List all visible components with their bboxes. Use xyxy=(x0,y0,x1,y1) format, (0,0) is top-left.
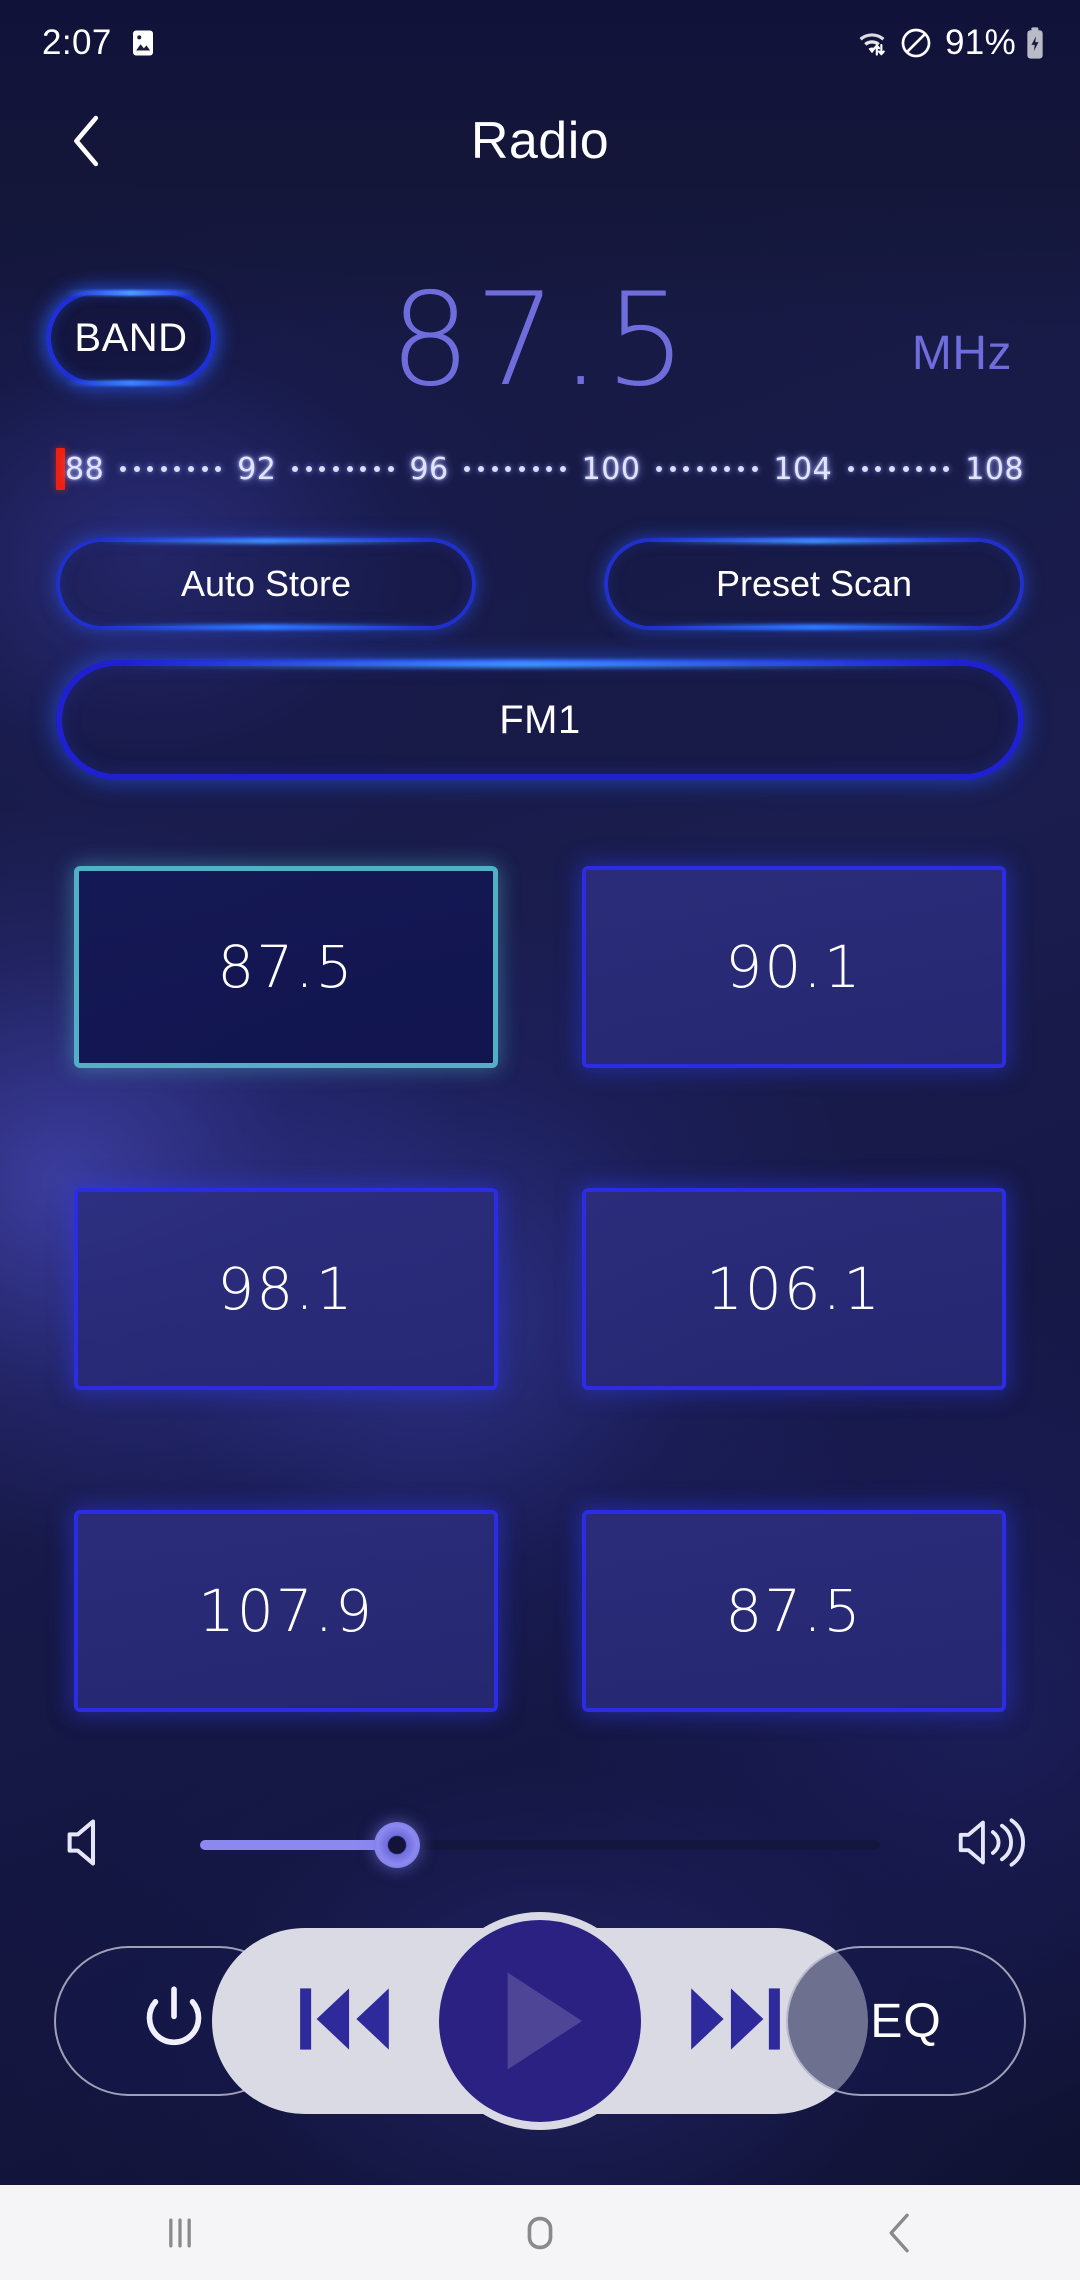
band-selector-button[interactable]: FM1 xyxy=(56,660,1024,780)
auto-store-button[interactable]: Auto Store xyxy=(56,538,476,630)
preset-button-1[interactable]: 87.5 xyxy=(74,866,498,1068)
status-bar-left: 2:07 xyxy=(42,23,158,63)
volume-slider[interactable] xyxy=(200,1822,880,1868)
frequency-scale[interactable]: 88 92 96 100 104 108 xyxy=(56,444,1024,494)
scale-tick-96: 96 xyxy=(409,451,449,487)
preset-label: 87.5 xyxy=(217,933,355,1001)
do-not-disturb-icon xyxy=(899,26,933,60)
back-nav-button[interactable] xyxy=(820,2185,980,2280)
status-bar-clock: 2:07 xyxy=(42,23,112,62)
eq-button-label: EQ xyxy=(870,1994,942,2048)
recents-button[interactable] xyxy=(100,2185,260,2280)
scale-dot-group xyxy=(104,454,237,484)
preset-button-2[interactable]: 90.1 xyxy=(582,866,1006,1068)
preset-scan-label: Preset Scan xyxy=(715,563,913,604)
home-button[interactable] xyxy=(460,2185,620,2280)
band-selector-label: FM1 xyxy=(499,697,581,742)
battery-percentage: 91% xyxy=(945,23,1016,62)
back-icon xyxy=(889,2213,909,2252)
tuner-row: BAND 87.5 MHz xyxy=(0,266,1080,415)
scale-tick-100: 100 xyxy=(581,451,641,487)
volume-thumb[interactable] xyxy=(374,1822,421,1868)
preset-label: 106.1 xyxy=(705,1255,883,1323)
volume-mute-icon[interactable] xyxy=(62,1812,124,1879)
preset-grid: 87.5 90.1 98.1 106.1 107.9 87.5 xyxy=(74,866,1006,1766)
scale-tick-88: 88 xyxy=(65,451,105,487)
play-icon xyxy=(507,1972,583,2070)
battery-charging-icon xyxy=(1024,26,1046,60)
preset-button-6[interactable]: 87.5 xyxy=(582,1510,1006,1712)
action-row: Auto Store Preset Scan xyxy=(0,538,1080,662)
next-track-icon xyxy=(691,1987,780,2050)
app-header: Radio xyxy=(0,86,1080,196)
preset-button-3[interactable]: 98.1 xyxy=(74,1188,498,1390)
scale-dot-group xyxy=(640,454,773,484)
image-icon xyxy=(128,28,158,58)
preset-label: 90.1 xyxy=(725,933,863,1001)
wifi-transfer-icon xyxy=(853,26,891,60)
scale-tick-104: 104 xyxy=(773,451,833,487)
auto-store-label: Auto Store xyxy=(180,563,352,604)
next-track-button[interactable] xyxy=(682,1975,786,2068)
preset-label: 87.5 xyxy=(725,1577,863,1645)
android-nav-bar xyxy=(0,2185,1080,2280)
status-bar: 2:07 91% xyxy=(0,0,1080,86)
preset-label: 98.1 xyxy=(217,1255,355,1323)
preset-button-4[interactable]: 106.1 xyxy=(582,1188,1006,1390)
volume-fill xyxy=(200,1840,398,1850)
volume-row xyxy=(0,1790,1080,1900)
volume-high-icon[interactable] xyxy=(958,1812,1026,1879)
transport-bar: EQ xyxy=(0,1900,1080,2150)
scale-dot-group xyxy=(832,454,965,484)
scale-tick-92: 92 xyxy=(237,451,277,487)
home-icon xyxy=(527,2216,553,2249)
scale-tick-108: 108 xyxy=(965,451,1025,487)
preset-scan-button[interactable]: Preset Scan xyxy=(604,538,1024,630)
chevron-left-icon xyxy=(74,115,99,167)
eq-button[interactable]: EQ xyxy=(786,1946,1026,2096)
previous-track-icon xyxy=(300,1987,389,2050)
recents-icon xyxy=(169,2218,191,2247)
power-icon xyxy=(146,1986,202,2046)
status-bar-right: 91% xyxy=(853,23,1046,63)
frequency-scale-marker xyxy=(56,448,65,490)
page-title: Radio xyxy=(470,112,610,170)
radio-app-screen: 2:07 91% Radio BAND 87.5 MHz 88 92 96 10… xyxy=(0,0,1080,2280)
frequency-unit-label: MHz xyxy=(911,327,1012,380)
preset-button-5[interactable]: 107.9 xyxy=(74,1510,498,1712)
previous-track-button[interactable] xyxy=(294,1975,398,2068)
back-button[interactable] xyxy=(52,106,122,176)
scale-dot-group xyxy=(276,454,409,484)
preset-label: 107.9 xyxy=(197,1577,375,1645)
band-button-label: BAND xyxy=(74,315,188,360)
play-button[interactable] xyxy=(431,1912,649,2130)
scale-dot-group xyxy=(449,454,582,484)
